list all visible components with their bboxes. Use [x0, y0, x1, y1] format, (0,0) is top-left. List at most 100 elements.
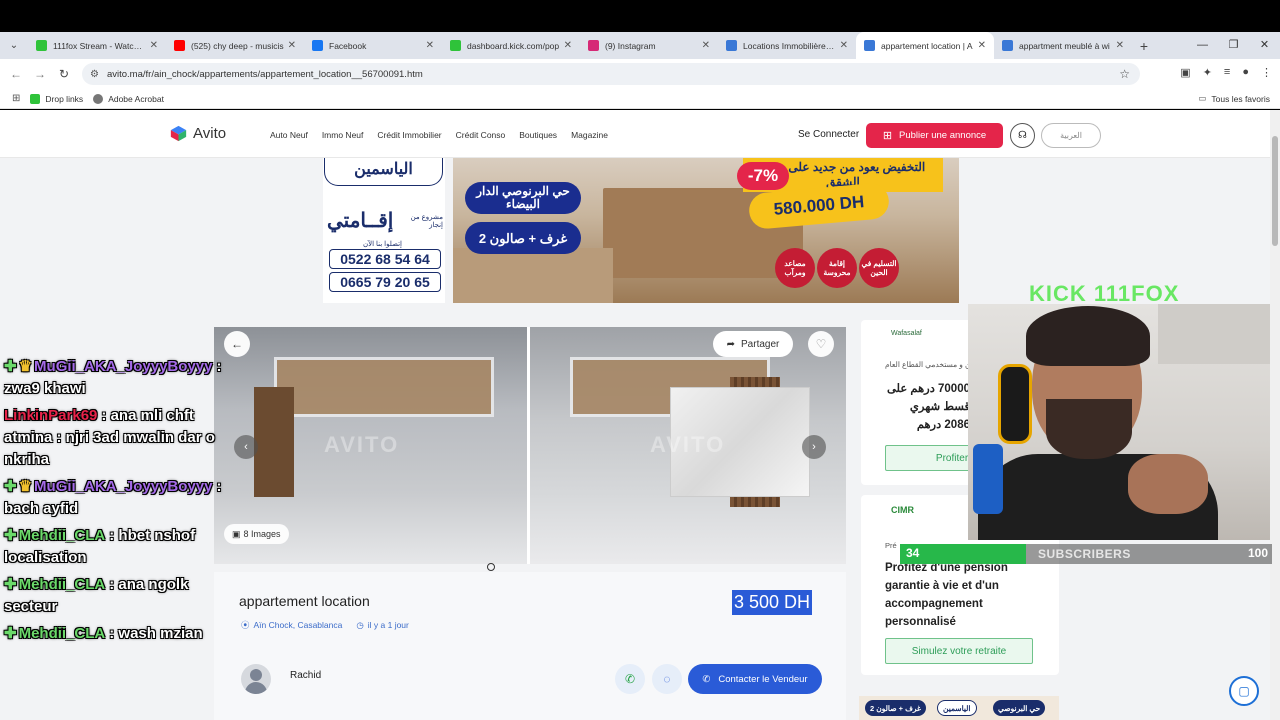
- back-icon[interactable]: ←: [4, 67, 28, 81]
- screenshot-icon[interactable]: ▣: [1180, 66, 1190, 79]
- chat-badge-icon: ✚: [4, 576, 17, 593]
- location-pin-icon: ⦿: [241, 620, 250, 630]
- chat-username[interactable]: LinkinPark69: [4, 407, 97, 424]
- mouse-cursor-icon: [487, 563, 495, 571]
- chat-badge-icon: ✚: [4, 358, 17, 375]
- restore-icon[interactable]: ❐: [1218, 32, 1249, 59]
- prev-image-icon[interactable]: ‹: [234, 435, 258, 459]
- ad-brand-iqamati: إقــامتي: [327, 210, 394, 232]
- tab-label: (525) chy deep - musicis: [191, 40, 284, 51]
- browser-tab[interactable]: dashboard.kick.com/pop ✕: [442, 32, 580, 59]
- back-arrow-icon[interactable]: ←: [224, 331, 250, 357]
- tab-close-icon[interactable]: ✕: [150, 40, 158, 51]
- mini-ad-pill: 2 غرف + صالون: [865, 700, 926, 716]
- nav-magazine[interactable]: Magazine: [571, 130, 608, 140]
- chat-username[interactable]: Mehdii_CLA: [19, 625, 106, 642]
- all-favorites[interactable]: ▭ Tous les favoris: [1198, 93, 1270, 104]
- share-button[interactable]: ➦ Partager: [713, 331, 793, 357]
- url-field[interactable]: ⚙ avito.ma/fr/ain_chock/appartements/app…: [82, 63, 1140, 85]
- chat-username[interactable]: Mehdii_CLA: [19, 576, 106, 593]
- extensions-icon[interactable]: ✦: [1203, 66, 1212, 79]
- ad-location-tag: حي البرنوصي الدار البيضاء: [465, 182, 581, 214]
- ad-banner-left[interactable]: الياسمين إقــامتي مشروع من إنجاز إتصلوا …: [323, 158, 445, 303]
- chat-message: ✚ Mehdii_CLA: hbet nshof localisation: [4, 525, 234, 569]
- login-link[interactable]: Se Connecter: [798, 129, 859, 140]
- ad-feature-badge: إقامة محروسة: [817, 248, 857, 288]
- browser-tab[interactable]: Locations Immobilières à ✕: [718, 32, 856, 59]
- tab-close-icon[interactable]: ✕: [978, 40, 986, 51]
- seller-name[interactable]: Rachid: [290, 670, 321, 681]
- avito-cube-icon: [170, 125, 187, 142]
- ad-text: Profitez d'une pension garantie à vie et…: [885, 562, 1008, 628]
- contact-seller-button[interactable]: ✆ Contacter le Vendeur: [688, 664, 822, 694]
- tab-favicon-icon: [36, 40, 47, 51]
- bookmark-drop-links[interactable]: Drop links: [30, 93, 83, 104]
- photo-door: [254, 387, 294, 497]
- reload-icon[interactable]: ↻: [52, 67, 76, 81]
- chat-message: ✚ ♛ MuGii_AKA_JoyyyBoyyy: bach ayfid: [4, 476, 234, 520]
- chat-username[interactable]: Mehdii_CLA: [19, 527, 106, 544]
- bookmark-star-icon[interactable]: ☆: [1119, 67, 1130, 81]
- ad-cta-button[interactable]: Simulez votre retraite: [885, 638, 1033, 664]
- close-window-icon[interactable]: ✕: [1249, 32, 1280, 59]
- listing-photo-2[interactable]: AVITO: [530, 327, 846, 564]
- browser-tab[interactable]: Facebook ✕: [304, 32, 442, 59]
- tab-close-icon[interactable]: ✕: [702, 40, 710, 51]
- photo-ceiling: [274, 357, 494, 417]
- listing-location[interactable]: Aïn Chock, Casablanca: [254, 620, 343, 630]
- chat-username[interactable]: MuGii_AKA_JoyyyBoyyy: [34, 478, 212, 495]
- scrollbar-thumb[interactable]: [1272, 136, 1278, 246]
- avito-logo[interactable]: Avito: [170, 125, 226, 142]
- media-icon[interactable]: ≡: [1224, 66, 1230, 79]
- tab-close-icon[interactable]: ✕: [840, 40, 848, 51]
- chat-badge-icon: ✚: [4, 527, 17, 544]
- tab-close-icon[interactable]: ✕: [288, 40, 296, 51]
- next-image-icon[interactable]: ›: [802, 435, 826, 459]
- mini-ad-pill: الياسمين: [937, 700, 977, 716]
- apps-grid-icon[interactable]: ⊞: [12, 93, 20, 104]
- chat-text: zwa9 khawi: [4, 380, 86, 397]
- new-tab-button[interactable]: +: [1132, 38, 1156, 54]
- browser-tab[interactable]: appartment meublé à wi ✕: [994, 32, 1132, 59]
- browser-tab[interactable]: appartement location | A ✕: [856, 32, 994, 59]
- bookmark-adobe-acrobat[interactable]: Adobe Acrobat: [93, 93, 164, 104]
- ad-banner-photo[interactable]: حي البرنوصي الدار البيضاء 2 غرف + صالون …: [453, 158, 959, 303]
- publish-ad-button[interactable]: ⊞ Publier une annonce: [866, 123, 1003, 148]
- tab-close-icon[interactable]: ✕: [426, 40, 434, 51]
- tab-close-icon[interactable]: ✕: [564, 40, 572, 51]
- seller-avatar[interactable]: [241, 664, 271, 694]
- chat-username[interactable]: MuGii_AKA_JoyyyBoyyy: [34, 358, 212, 375]
- browser-tab[interactable]: (9) Instagram ✕: [580, 32, 718, 59]
- nav-boutiques[interactable]: Boutiques: [519, 130, 557, 140]
- sidebar-mini-ad[interactable]: 2 غرف + صالون الياسمين حي البرنوصي: [859, 696, 1059, 720]
- tab-favicon-icon: [588, 40, 599, 51]
- subscriber-label: SUBSCRIBERS: [1038, 547, 1131, 561]
- main-nav: Auto Neuf Immo Neuf Crédit Immobilier Cr…: [270, 130, 622, 140]
- nav-credit-conso[interactable]: Crédit Conso: [456, 130, 506, 140]
- language-switch-button[interactable]: العربية: [1041, 123, 1101, 148]
- menu-icon[interactable]: ⋮: [1261, 66, 1272, 79]
- tab-label: (9) Instagram: [605, 40, 656, 51]
- page-scrollbar[interactable]: [1270, 110, 1280, 720]
- tab-close-icon[interactable]: ✕: [1116, 40, 1124, 51]
- webcam-hand: [1128, 454, 1208, 514]
- chat-message-button[interactable]: ◌: [652, 664, 682, 694]
- browser-tab[interactable]: (525) chy deep - musicis ✕: [166, 32, 304, 59]
- forward-icon[interactable]: →: [28, 67, 52, 81]
- live-chat-icon[interactable]: ▢: [1229, 676, 1259, 706]
- browser-tab[interactable]: 111fox Stream - Watch Li ✕: [28, 32, 166, 59]
- tab-search-icon[interactable]: ⌄: [0, 32, 28, 59]
- nav-immo-neuf[interactable]: Immo Neuf: [322, 130, 364, 140]
- chat-message: ✚ Mehdii_CLA: wash mzian: [4, 623, 234, 645]
- minimize-icon[interactable]: —: [1187, 32, 1218, 59]
- whatsapp-button[interactable]: ✆: [615, 664, 645, 694]
- profile-icon[interactable]: ●: [1242, 66, 1249, 79]
- site-info-icon[interactable]: ⚙: [90, 69, 99, 80]
- listing-time: il y a 1 jour: [367, 620, 409, 630]
- favorite-heart-icon[interactable]: ♡: [808, 331, 834, 357]
- nav-credit-immobilier[interactable]: Crédit Immobilier: [377, 130, 441, 140]
- chat-separator: :: [216, 358, 222, 375]
- nav-auto-neuf[interactable]: Auto Neuf: [270, 130, 308, 140]
- support-headset-icon[interactable]: ☊: [1010, 123, 1035, 148]
- ad-brand-yasmine: الياسمين: [324, 158, 443, 186]
